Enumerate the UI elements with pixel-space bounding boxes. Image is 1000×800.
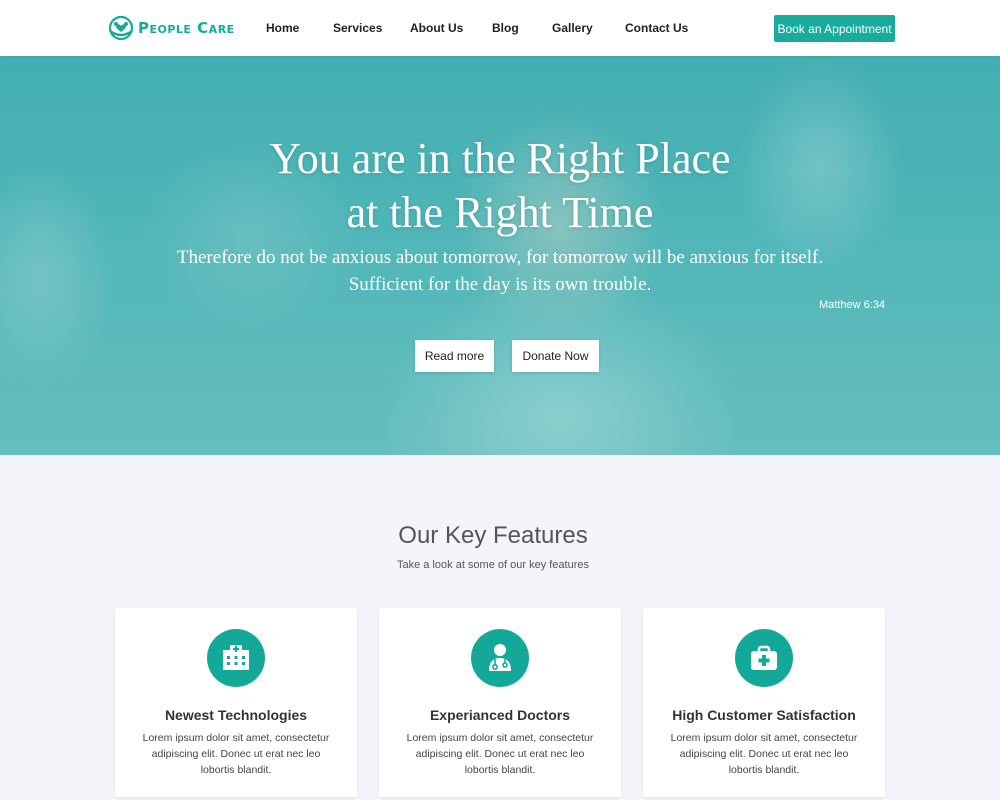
- feature-card-doctors: Experianced Doctors Lorem ipsum dolor si…: [379, 608, 621, 797]
- nav-services[interactable]: Services: [333, 21, 382, 35]
- feature-card-title: Newest Technologies: [164, 707, 308, 723]
- feature-card-text: Lorem ipsum dolor sit amet, consectetur …: [142, 732, 330, 776]
- features-subtitle: Take a look at some of our key features: [397, 559, 589, 571]
- book-appointment-button[interactable]: Book an Appointment: [774, 15, 895, 42]
- feature-card-technologies: Newest Technologies Lorem ipsum dolor si…: [115, 608, 357, 797]
- nav-about-us[interactable]: About Us: [410, 21, 463, 35]
- doctor-icon: [471, 629, 529, 687]
- feature-card-title: Experianced Doctors: [429, 707, 571, 723]
- feature-card-text: Lorem ipsum dolor sit amet, consectetur …: [406, 732, 594, 776]
- site-header: People Care Home Services About Us Blog …: [0, 0, 1000, 56]
- read-more-button[interactable]: Read more: [415, 340, 494, 372]
- hero-banner: You are in the Right Place at the Right …: [0, 56, 1000, 455]
- logo-text: People Care: [138, 19, 235, 37]
- feature-card-satisfaction: High Customer Satisfaction Lorem ipsum d…: [643, 608, 885, 797]
- nav-blog[interactable]: Blog: [492, 21, 519, 35]
- hero-quote-reference: Matthew 6:34: [818, 299, 885, 311]
- hero-title-line2: at the Right Time: [346, 188, 654, 237]
- donate-now-button[interactable]: Donate Now: [512, 340, 599, 372]
- features-title: Our Key Features: [398, 522, 588, 549]
- feature-card-title: High Customer Satisfaction: [672, 707, 856, 723]
- medical-kit-icon: [735, 629, 793, 687]
- nav-gallery[interactable]: Gallery: [552, 21, 593, 35]
- hospital-icon: [207, 629, 265, 687]
- nav-home[interactable]: Home: [266, 21, 299, 35]
- logo-icon: [108, 15, 134, 41]
- hero-quote-line1: Therefore do not be anxious about tomorr…: [176, 247, 824, 268]
- hero-quote-line2: Sufficient for the day is its own troubl…: [348, 274, 652, 295]
- feature-card-text: Lorem ipsum dolor sit amet, consectetur …: [670, 732, 858, 776]
- nav-contact-us[interactable]: Contact Us: [625, 21, 688, 35]
- hero-title-line1: You are in the Right Place: [269, 134, 731, 183]
- logo[interactable]: People Care: [107, 15, 235, 41]
